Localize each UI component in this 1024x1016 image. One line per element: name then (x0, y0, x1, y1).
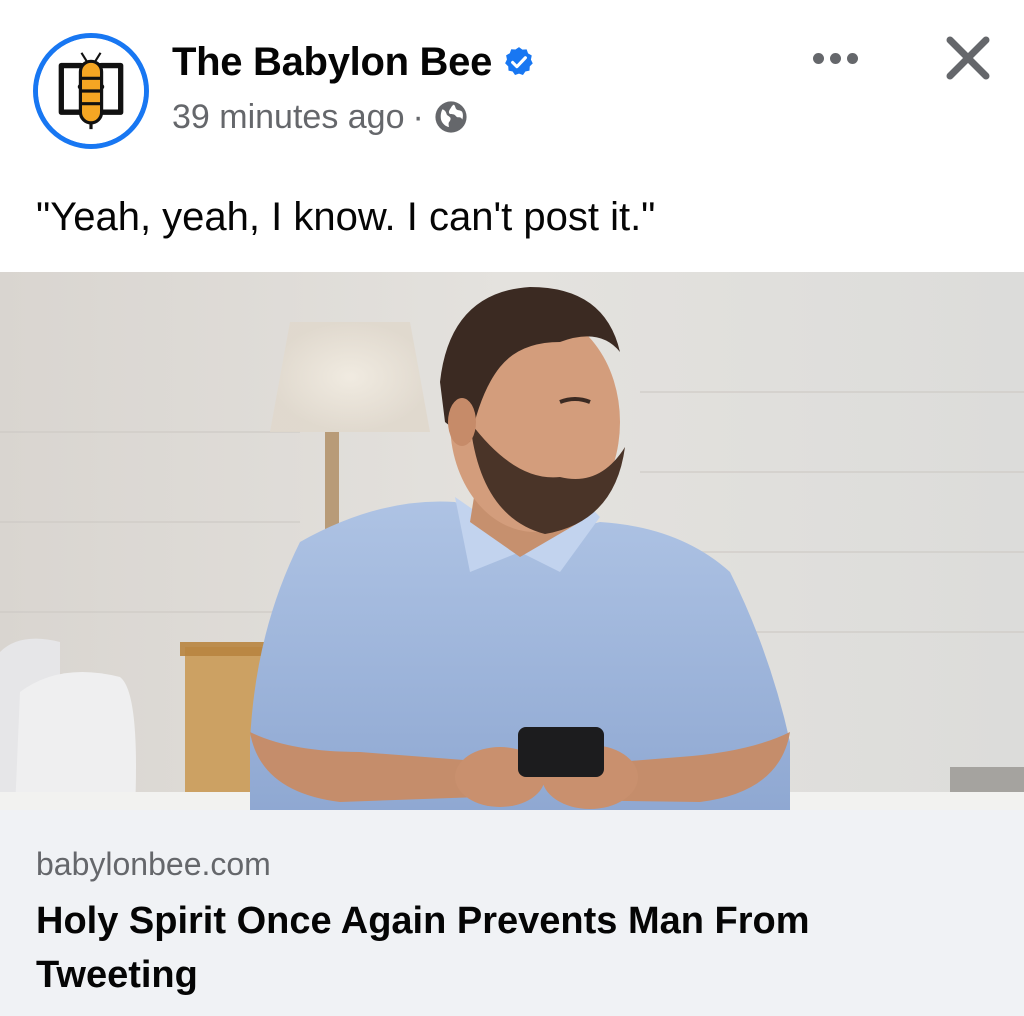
more-options-icon-dot (846, 52, 858, 64)
link-headline[interactable]: Holy Spirit Once Again Prevents Man From… (36, 894, 936, 1002)
author-block: The Babylon Bee 39 minutes ago · (172, 38, 536, 138)
more-options-icon-dot (812, 52, 824, 64)
author-name[interactable]: The Babylon Bee (172, 38, 492, 86)
post-caption: "Yeah, yeah, I know. I can't post it." (36, 195, 656, 239)
page-avatar[interactable] (33, 33, 149, 149)
author-row: The Babylon Bee (172, 38, 536, 86)
link-preview-footer[interactable]: babylonbee.com Holy Spirit Once Again Pr… (0, 810, 1024, 1016)
link-preview-image[interactable] (0, 272, 1024, 810)
photo-man-with-phone (0, 272, 1024, 810)
more-options-icon-dot (829, 52, 841, 64)
verified-badge-icon (502, 45, 536, 79)
meta-separator: · (412, 98, 424, 136)
globe-icon[interactable] (434, 100, 468, 134)
post-meta: 39 minutes ago · (172, 96, 536, 138)
close-icon (946, 36, 990, 80)
post-timestamp[interactable]: 39 minutes ago (172, 96, 405, 138)
link-domain: babylonbee.com (36, 846, 271, 882)
post-header: The Babylon Bee 39 minutes ago · (0, 0, 1024, 165)
more-options-button[interactable] (805, 38, 865, 78)
babylon-bee-logo-icon (38, 38, 144, 144)
close-button[interactable] (940, 30, 996, 86)
